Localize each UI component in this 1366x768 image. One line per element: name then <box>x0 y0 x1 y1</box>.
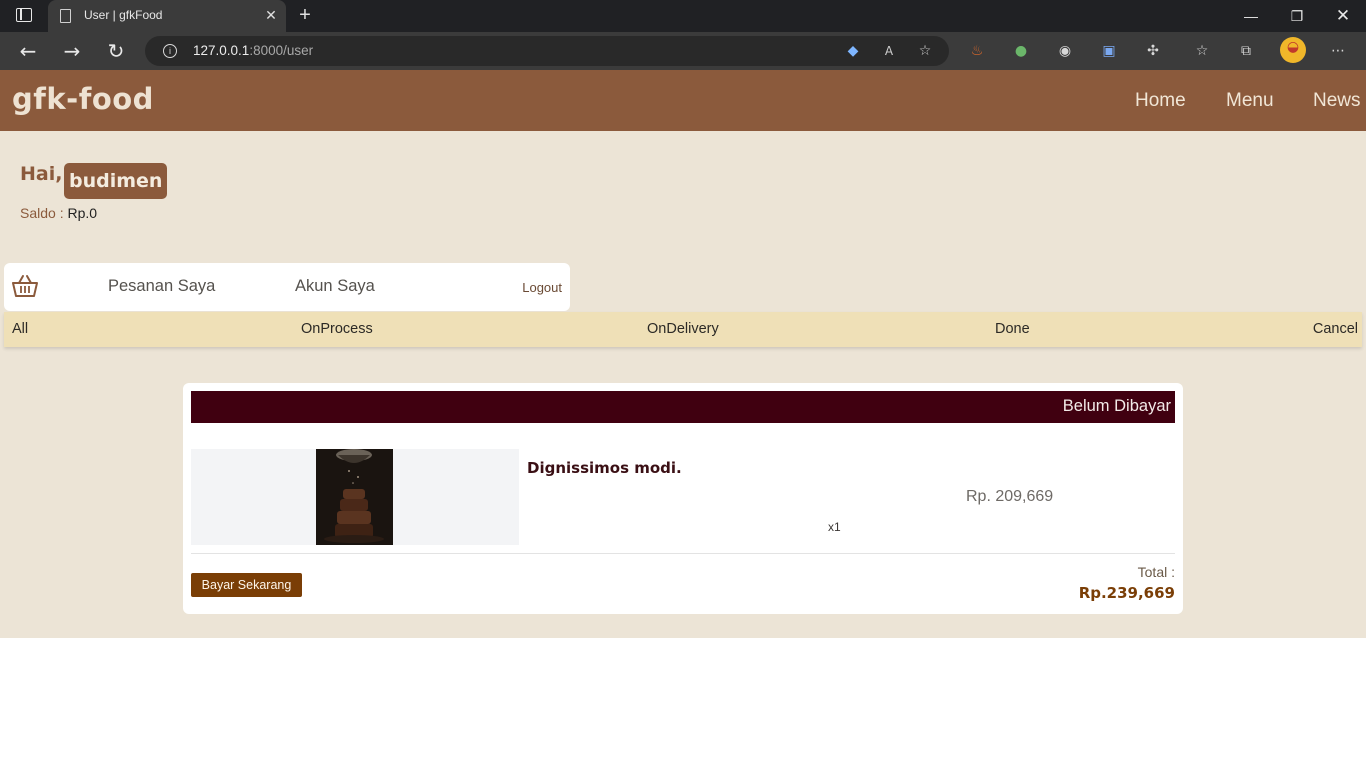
order-status: Belum Dibayar <box>1062 397 1171 415</box>
read-aloud-icon[interactable]: A <box>879 41 899 61</box>
nav-news[interactable]: News <box>1313 90 1361 112</box>
divider <box>191 553 1175 554</box>
more-menu-icon[interactable]: ⋯ <box>1328 41 1348 61</box>
product-image-box <box>191 449 519 545</box>
extension-fire-icon[interactable]: ♨ <box>967 41 987 61</box>
address-bar[interactable]: i 127.0.0.1:8000/user ◆ A ☆ <box>145 36 949 66</box>
saldo: Saldo : Rp.0 <box>20 205 97 221</box>
restore-icon[interactable]: ❐ <box>1274 0 1320 32</box>
page-icon <box>60 9 71 23</box>
nav-menu[interactable]: Menu <box>1226 90 1274 112</box>
price-tag-icon[interactable]: ◆ <box>843 41 863 61</box>
tab-actions-icon[interactable] <box>16 8 32 22</box>
browser-tab[interactable]: User | gfkFood ✕ <box>48 0 286 32</box>
filter-cancel[interactable]: Cancel <box>1313 321 1358 337</box>
saldo-value: Rp.0 <box>67 205 98 221</box>
extension-doc-icon[interactable]: ▣ <box>1099 41 1119 61</box>
basket-icon[interactable] <box>12 274 38 298</box>
new-tab-icon[interactable]: + <box>294 5 316 27</box>
filter-done[interactable]: Done <box>995 321 1030 337</box>
browser-toolbar: ← → ↻ i 127.0.0.1:8000/user ◆ A ☆ ♨ ● ◉ … <box>0 32 1366 70</box>
profile-avatar-icon[interactable]: ◒ <box>1280 37 1306 63</box>
order-status-bar: Belum Dibayar <box>191 391 1175 423</box>
total-label: Total : <box>1137 564 1175 580</box>
extension-globe-icon[interactable]: ● <box>1011 41 1031 61</box>
saldo-label: Saldo : <box>20 205 64 221</box>
page: gfk-food Home Menu News Hai, budimen Sal… <box>0 70 1366 768</box>
url-text[interactable]: 127.0.0.1:8000/user <box>193 43 313 58</box>
forward-icon[interactable]: → <box>60 39 84 63</box>
filter-onprocess[interactable]: OnProcess <box>301 321 373 337</box>
menu-pesanan-saya[interactable]: Pesanan Saya <box>108 277 215 296</box>
back-icon[interactable]: ← <box>16 39 40 63</box>
close-tab-icon[interactable]: ✕ <box>262 6 280 24</box>
collections-icon[interactable]: ⧉ <box>1236 41 1256 61</box>
total-value: Rp.239,669 <box>1078 584 1175 602</box>
favorites-icon[interactable]: ☆ <box>1192 41 1212 61</box>
extensions-icon[interactable]: ✣ <box>1143 41 1163 61</box>
filter-ondelivery[interactable]: OnDelivery <box>647 321 719 337</box>
account-menu: Pesanan Saya Akun Saya Logout <box>4 263 570 311</box>
product-image <box>316 449 393 545</box>
greeting-text: Hai, <box>20 163 63 185</box>
nav-home[interactable]: Home <box>1135 90 1186 112</box>
minimize-icon[interactable]: — <box>1228 0 1274 32</box>
extension-owl-icon[interactable]: ◉ <box>1055 41 1075 61</box>
info-icon[interactable]: i <box>163 44 177 58</box>
add-favorite-icon[interactable]: ☆ <box>915 41 935 61</box>
user-name-badge: budimen <box>64 163 168 199</box>
refresh-icon[interactable]: ↻ <box>104 39 128 63</box>
pay-now-button[interactable]: Bayar Sekarang <box>191 573 302 597</box>
browser-tab-bar: User | gfkFood ✕ + — ❐ ✕ <box>0 0 1366 32</box>
user-content: Hai, budimen Saldo : Rp.0 Pesanan Saya A… <box>0 131 1366 638</box>
close-window-icon[interactable]: ✕ <box>1320 0 1366 32</box>
site-logo[interactable]: gfk-food <box>12 82 154 116</box>
product-price: Rp. 209,669 <box>966 488 1054 505</box>
filter-all[interactable]: All <box>12 321 28 337</box>
logout-link[interactable]: Logout <box>522 280 562 295</box>
product-name[interactable]: Dignissimos modi. <box>527 459 682 477</box>
order-card: Belum Dibayar Dignissimos modi. Rp. 209,… <box>183 383 1183 614</box>
tab-title: User | gfkFood <box>84 8 163 22</box>
site-header: gfk-food Home Menu News <box>0 70 1366 131</box>
menu-akun-saya[interactable]: Akun Saya <box>295 277 375 296</box>
product-quantity: x1 <box>828 520 841 534</box>
order-filter-bar: All OnProcess OnDelivery Done Cancel <box>4 312 1362 347</box>
